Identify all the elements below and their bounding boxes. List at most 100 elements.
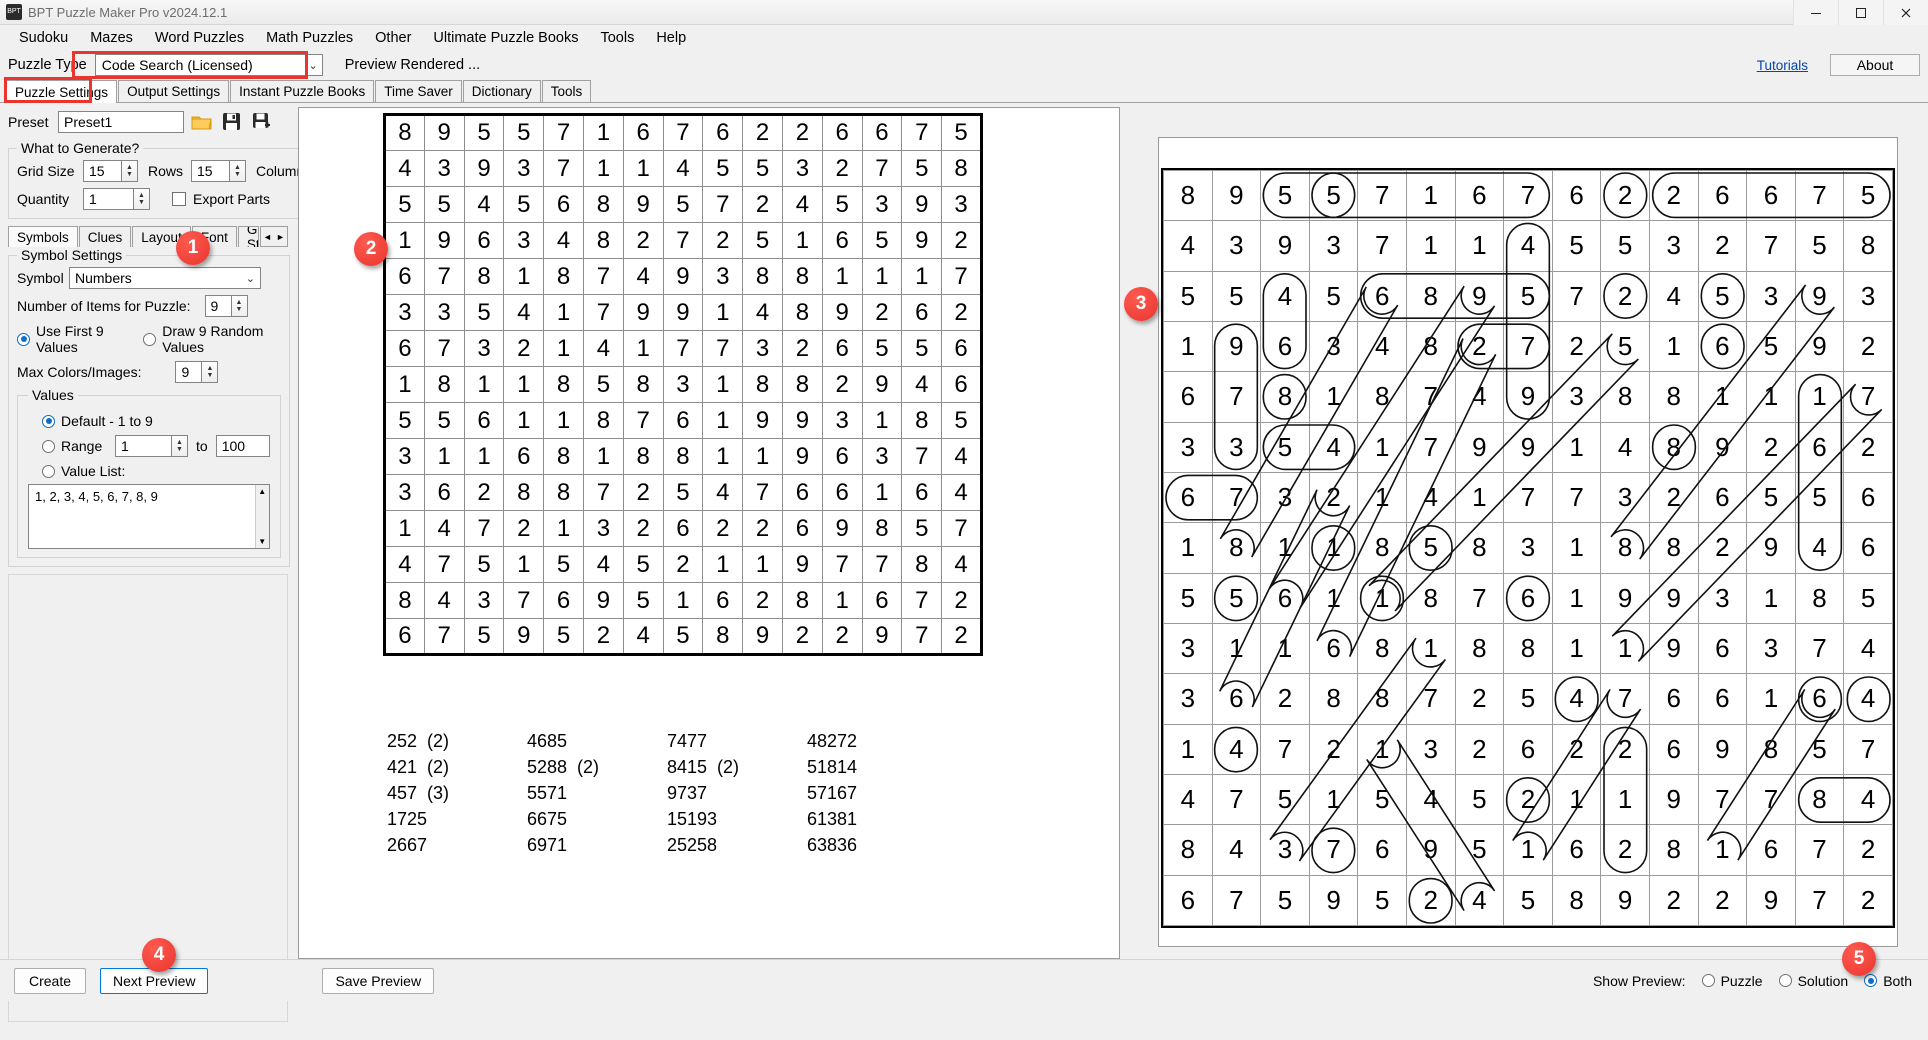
puzzle-cell-r7-c0[interactable]: 1 <box>384 366 425 403</box>
puzzle-cell-r11-c2[interactable]: 7 <box>463 510 505 547</box>
puzzle-cell-r6-c11[interactable]: 6 <box>821 330 863 367</box>
puzzle-cell-r10-c1[interactable]: 6 <box>423 474 465 511</box>
puzzle-cell-r1-c13[interactable]: 5 <box>901 150 943 187</box>
puzzle-cell-r10-c10[interactable]: 6 <box>781 474 823 511</box>
puzzle-cell-r11-c9[interactable]: 2 <box>742 510 783 547</box>
puzzle-cell-r4-c13[interactable]: 1 <box>901 258 943 295</box>
puzzle-cell-r5-c4[interactable]: 1 <box>543 294 584 331</box>
puzzle-cell-r2-c1[interactable]: 5 <box>423 186 465 223</box>
puzzle-cell-r0-c11[interactable]: 6 <box>821 114 863 151</box>
puzzle-cell-r11-c5[interactable]: 3 <box>582 510 624 547</box>
puzzle-cell-r1-c5[interactable]: 1 <box>582 150 624 187</box>
symbol-select[interactable]: Numbers ⌄ <box>69 267 261 289</box>
puzzle-cell-r7-c6[interactable]: 8 <box>622 366 664 403</box>
puzzle-cell-r14-c8[interactable]: 8 <box>702 618 744 655</box>
puzzle-cell-r12-c12[interactable]: 7 <box>861 546 903 583</box>
puzzle-cell-r14-c9[interactable]: 9 <box>742 618 783 655</box>
puzzle-cell-r6-c12[interactable]: 5 <box>861 330 903 367</box>
puzzle-cell-r6-c2[interactable]: 3 <box>463 330 505 367</box>
quantity-arrows[interactable]: ▲ ▼ <box>133 188 150 210</box>
puzzle-cell-r7-c10[interactable]: 8 <box>781 366 823 403</box>
puzzle-cell-r8-c6[interactable]: 7 <box>622 402 664 439</box>
tab-instant-puzzle-books[interactable]: Instant Puzzle Books <box>230 80 375 102</box>
puzzle-cell-r1-c0[interactable]: 4 <box>384 150 425 187</box>
puzzle-cell-r13-c4[interactable]: 6 <box>543 582 584 619</box>
puzzle-cell-r10-c8[interactable]: 4 <box>702 474 744 511</box>
puzzle-cell-r2-c2[interactable]: 4 <box>463 186 505 223</box>
value-list-textarea[interactable]: 1, 2, 3, 4, 5, 6, 7, 8, 9 ▲ ▼ <box>28 484 270 549</box>
puzzle-cell-r2-c0[interactable]: 5 <box>384 186 425 223</box>
puzzle-cell-r8-c3[interactable]: 1 <box>503 402 545 439</box>
tab-output-settings[interactable]: Output Settings <box>118 80 230 102</box>
menu-item-tools[interactable]: Tools <box>589 27 645 49</box>
puzzle-cell-r9-c14[interactable]: 4 <box>941 438 982 475</box>
puzzle-cell-r5-c8[interactable]: 1 <box>702 294 744 331</box>
puzzle-cell-r0-c0[interactable]: 8 <box>384 114 425 151</box>
puzzle-cell-r3-c7[interactable]: 7 <box>662 222 704 259</box>
save-preview-button[interactable]: Save Preview <box>322 967 435 994</box>
rows-stepper[interactable]: 15 ▲ ▼ <box>191 160 247 182</box>
puzzle-cell-r3-c1[interactable]: 9 <box>423 222 465 259</box>
puzzle-cell-r6-c4[interactable]: 1 <box>543 330 584 367</box>
puzzle-cell-r4-c6[interactable]: 4 <box>622 258 664 295</box>
value-list-radio[interactable] <box>42 464 55 478</box>
puzzle-cell-r4-c14[interactable]: 7 <box>941 258 982 295</box>
menu-item-ultimate-puzzle-books[interactable]: Ultimate Puzzle Books <box>422 27 589 49</box>
puzzle-cell-r3-c12[interactable]: 5 <box>861 222 903 259</box>
puzzle-cell-r12-c4[interactable]: 5 <box>543 546 584 583</box>
puzzle-cell-r9-c1[interactable]: 1 <box>423 438 465 475</box>
puzzle-cell-r3-c6[interactable]: 2 <box>622 222 664 259</box>
puzzle-cell-r11-c14[interactable]: 7 <box>941 510 982 547</box>
puzzle-cell-r2-c11[interactable]: 5 <box>821 186 863 223</box>
tab-tools[interactable]: Tools <box>541 80 592 102</box>
puzzle-cell-r13-c0[interactable]: 8 <box>384 582 425 619</box>
puzzle-cell-r13-c1[interactable]: 4 <box>423 582 465 619</box>
puzzle-cell-r6-c0[interactable]: 6 <box>384 330 425 367</box>
subtab-grid-styling[interactable]: Grid Styling <box>237 226 259 247</box>
puzzle-cell-r13-c13[interactable]: 7 <box>901 582 943 619</box>
puzzle-cell-r7-c8[interactable]: 1 <box>702 366 744 403</box>
puzzle-cell-r12-c9[interactable]: 1 <box>742 546 783 583</box>
puzzle-cell-r9-c7[interactable]: 8 <box>662 438 704 475</box>
puzzle-cell-r10-c3[interactable]: 8 <box>503 474 545 511</box>
puzzle-cell-r7-c5[interactable]: 5 <box>582 366 624 403</box>
puzzle-cell-r6-c9[interactable]: 3 <box>742 330 783 367</box>
export-parts-checkbox[interactable] <box>172 192 186 206</box>
puzzle-cell-r14-c4[interactable]: 5 <box>543 618 584 655</box>
tab-dictionary[interactable]: Dictionary <box>462 80 541 102</box>
puzzle-cell-r10-c6[interactable]: 2 <box>622 474 664 511</box>
puzzle-cell-r14-c12[interactable]: 9 <box>861 618 903 655</box>
puzzle-cell-r7-c11[interactable]: 2 <box>821 366 863 403</box>
puzzle-cell-r10-c4[interactable]: 8 <box>543 474 584 511</box>
puzzle-cell-r14-c6[interactable]: 4 <box>622 618 664 655</box>
puzzle-cell-r12-c10[interactable]: 9 <box>781 546 823 583</box>
show-preview-solution-option[interactable]: Solution <box>1778 973 1848 989</box>
tab-time-saver[interactable]: Time Saver <box>375 80 462 102</box>
puzzle-cell-r1-c8[interactable]: 5 <box>702 150 744 187</box>
puzzle-cell-r9-c13[interactable]: 7 <box>901 438 943 475</box>
puzzle-cell-r6-c1[interactable]: 7 <box>423 330 465 367</box>
show-preview-both-option[interactable]: Both <box>1864 973 1912 989</box>
puzzle-cell-r5-c0[interactable]: 3 <box>384 294 425 331</box>
puzzle-cell-r1-c7[interactable]: 4 <box>662 150 704 187</box>
scroll-up-icon[interactable]: ▲ <box>256 485 269 498</box>
scroll-right-icon[interactable]: ► <box>274 227 287 246</box>
puzzle-cell-r3-c14[interactable]: 2 <box>941 222 982 259</box>
puzzle-cell-r6-c7[interactable]: 7 <box>662 330 704 367</box>
puzzle-cell-r4-c7[interactable]: 9 <box>662 258 704 295</box>
puzzle-cell-r8-c13[interactable]: 8 <box>901 402 943 439</box>
puzzle-cell-r11-c7[interactable]: 6 <box>662 510 704 547</box>
puzzle-cell-r4-c12[interactable]: 1 <box>861 258 903 295</box>
puzzle-cell-r9-c4[interactable]: 8 <box>543 438 584 475</box>
grid-size-stepper[interactable]: 15 ▲ ▼ <box>83 160 138 182</box>
preset-input[interactable]: Preset1 <box>58 110 184 133</box>
puzzle-cell-r9-c9[interactable]: 1 <box>742 438 783 475</box>
menu-item-mazes[interactable]: Mazes <box>79 27 144 49</box>
puzzle-cell-r7-c14[interactable]: 6 <box>941 366 982 403</box>
puzzle-cell-r3-c9[interactable]: 5 <box>742 222 783 259</box>
puzzle-cell-r5-c13[interactable]: 6 <box>901 294 943 331</box>
puzzle-cell-r8-c7[interactable]: 6 <box>662 402 704 439</box>
puzzle-cell-r9-c5[interactable]: 1 <box>582 438 624 475</box>
puzzle-cell-r12-c2[interactable]: 5 <box>463 546 505 583</box>
grid-size-input[interactable]: 15 <box>83 160 121 182</box>
